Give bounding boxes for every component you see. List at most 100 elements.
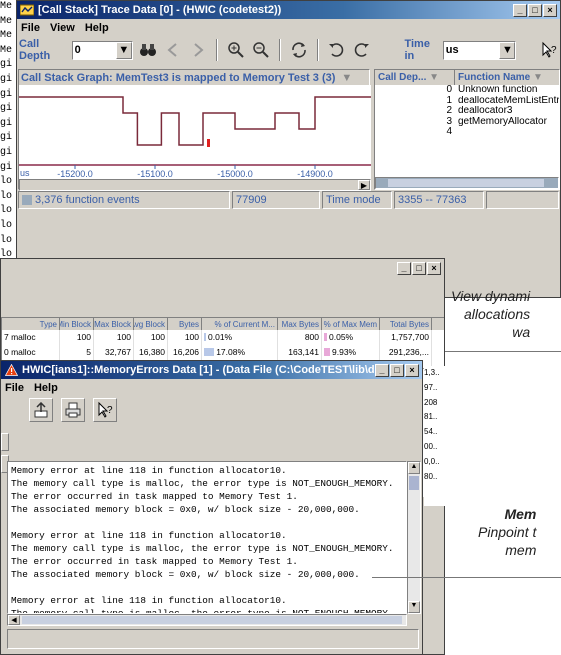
alloc-cell: 100 (60, 330, 94, 345)
total-bytes-value: 0,0.. (424, 456, 440, 466)
alloc-column-header[interactable]: Total Bytes (380, 318, 432, 330)
minimize-button[interactable]: _ (397, 261, 411, 275)
rotate-left-icon[interactable] (351, 38, 372, 62)
scroll-up-arrow[interactable]: ▲ (408, 462, 420, 474)
scroll-thumb[interactable] (22, 616, 402, 624)
table-row[interactable]: 7 malloc 100 100 100 100 0.01% 800 0.05% 1,757,7… (2, 330, 444, 345)
context-help-icon[interactable]: ? (538, 38, 559, 62)
table-row[interactable]: 0 Unknown function (375, 84, 559, 96)
code-line: lo (0, 190, 13, 202)
maximize-button[interactable]: □ (528, 3, 542, 17)
trace-toolbar: Call Depth 0 ▼ Time in us ▼ ? (17, 36, 560, 64)
graph-horizontal-scrollbar[interactable]: ▶ (19, 179, 371, 191)
trace-titlebar[interactable]: [Call Stack] Trace Data [0] - (HWIC (cod… (17, 1, 560, 19)
alloc-cell: 16,380 (134, 344, 168, 360)
scroll-down-arrow[interactable]: ▼ (408, 601, 420, 613)
col-function-name-label: Function Name (458, 72, 531, 83)
col-function-name[interactable]: Function Name ▼ (455, 70, 559, 85)
back-arrow-icon[interactable] (162, 38, 183, 62)
scroll-thumb[interactable] (388, 179, 544, 187)
log-horizontal-scrollbar[interactable]: ◀ (7, 614, 407, 626)
context-help-icon[interactable]: ? (93, 398, 117, 422)
export-icon[interactable] (29, 398, 53, 422)
total-bytes-value: 97.. (424, 382, 438, 392)
side-button[interactable] (1, 433, 9, 451)
scroll-thumb[interactable] (409, 476, 419, 490)
alloc-column-header[interactable]: Avg Block (134, 318, 168, 330)
menu-file[interactable]: File (21, 22, 40, 34)
code-line: Me (0, 30, 13, 42)
max-bytes-cell: 800 (278, 330, 322, 345)
table-row[interactable]: 3 getMemoryAllocator (375, 116, 559, 128)
graph-title: Call Stack Graph: MemTest3 is mapped to … (19, 70, 369, 85)
selection-marker[interactable] (207, 139, 210, 147)
alloc-column-header[interactable]: Bytes (168, 318, 202, 330)
maximize-button[interactable]: □ (412, 261, 426, 275)
menu-help[interactable]: Help (34, 382, 58, 394)
close-button[interactable]: × (405, 363, 419, 377)
alloc-column-header[interactable]: % of Current M... (202, 318, 278, 330)
alloc-column-header[interactable]: Max Bytes (278, 318, 322, 330)
table-row[interactable]: 4 (375, 127, 559, 138)
total-bytes-value: 81.. (424, 412, 438, 422)
code-line: Me (0, 44, 13, 56)
alloc-column-header[interactable]: Type (2, 318, 60, 330)
max-bytes-cell: 163,141 (278, 344, 322, 360)
allocation-table-header: TypeMin BlockMax BlockAvg BlockBytes% of… (2, 318, 444, 330)
minimize-button[interactable]: _ (375, 363, 389, 377)
close-button[interactable]: × (543, 3, 557, 17)
scroll-left-arrow[interactable]: ◀ (8, 615, 20, 625)
status-mode: Time mode (322, 191, 392, 209)
axis-tick-label: -15200.0 (57, 169, 93, 179)
call-depth-select[interactable]: 0 ▼ (71, 40, 133, 60)
alloc-cell: 100 (168, 330, 202, 345)
col-call-depth[interactable]: Call Dep... ▼ (375, 70, 455, 85)
menu-help[interactable]: Help (85, 22, 109, 34)
call-depth-label: Call Depth (19, 38, 51, 62)
percent-max-value: 0.05% (329, 332, 354, 343)
errors-titlebar[interactable]: HWIC[ians1]::MemoryErrors Data [1] - (Da… (1, 361, 422, 379)
callout-heading: Mem (504, 506, 537, 522)
minimize-button[interactable]: _ (513, 3, 527, 17)
axis-tick-label: -15000.0 (217, 169, 253, 179)
log-vertical-scrollbar[interactable]: ▲ ▼ (407, 461, 421, 614)
binoculars-icon[interactable] (137, 38, 158, 62)
table-horizontal-scrollbar[interactable] (375, 177, 559, 189)
menu-view[interactable]: View (50, 22, 75, 34)
menu-file[interactable]: File (5, 382, 24, 394)
call-stack-graph[interactable]: us -15200.0 -15100.0 -15000.0 -14900.0 (19, 85, 371, 179)
maximize-button[interactable]: □ (390, 363, 404, 377)
rotate-right-icon[interactable] (326, 38, 347, 62)
alloc-cell: 32,767 (94, 344, 134, 360)
status-events: 3,376 function events (18, 191, 230, 209)
graph-title-text: Call Stack Graph: MemTest3 is mapped to … (21, 71, 336, 84)
time-unit-select[interactable]: us ▼ (442, 40, 517, 60)
alloc-column-header[interactable]: % of Max Mem (322, 318, 380, 330)
memory-errors-log[interactable]: Memory error at line 118 in function all… (7, 461, 407, 614)
call-depth-cell: 2 (446, 105, 452, 117)
chevron-down-icon[interactable]: ▼ (341, 72, 352, 84)
call-stack-trace-line[interactable] (19, 96, 371, 146)
table-row[interactable]: 1 deallocateMemListEntry (375, 95, 559, 107)
total-bytes-cell: 291,236,... (380, 344, 432, 360)
table-row[interactable]: 0 malloc 5 32,767 16,380 16,206 17.08% 163,141… (2, 344, 444, 360)
refresh-icon[interactable] (288, 38, 309, 62)
forward-arrow-icon[interactable] (188, 38, 209, 62)
zoom-in-icon[interactable] (225, 38, 246, 62)
warning-icon (4, 364, 18, 376)
alloc-cell: 16,206 (168, 344, 202, 360)
alloc-column-header[interactable]: Min Block (60, 318, 94, 330)
table-row[interactable]: 2 deallocator3 (375, 106, 559, 117)
col-call-depth-label: Call Dep... (378, 72, 427, 83)
alloc-titlebar[interactable]: _ □ × (1, 259, 444, 277)
scroll-right-arrow[interactable]: ▶ (358, 180, 370, 190)
callout-leader-line (445, 351, 561, 352)
print-icon[interactable] (61, 398, 85, 422)
zoom-out-icon[interactable] (251, 38, 272, 62)
callout-line: allocations (463, 306, 531, 322)
callout-line: Pinpoint t (478, 524, 537, 540)
alloc-column-header[interactable]: Max Block (94, 318, 134, 330)
close-button[interactable]: × (427, 261, 441, 275)
percent-max-bar (324, 333, 327, 342)
errors-status-bar (7, 629, 419, 649)
